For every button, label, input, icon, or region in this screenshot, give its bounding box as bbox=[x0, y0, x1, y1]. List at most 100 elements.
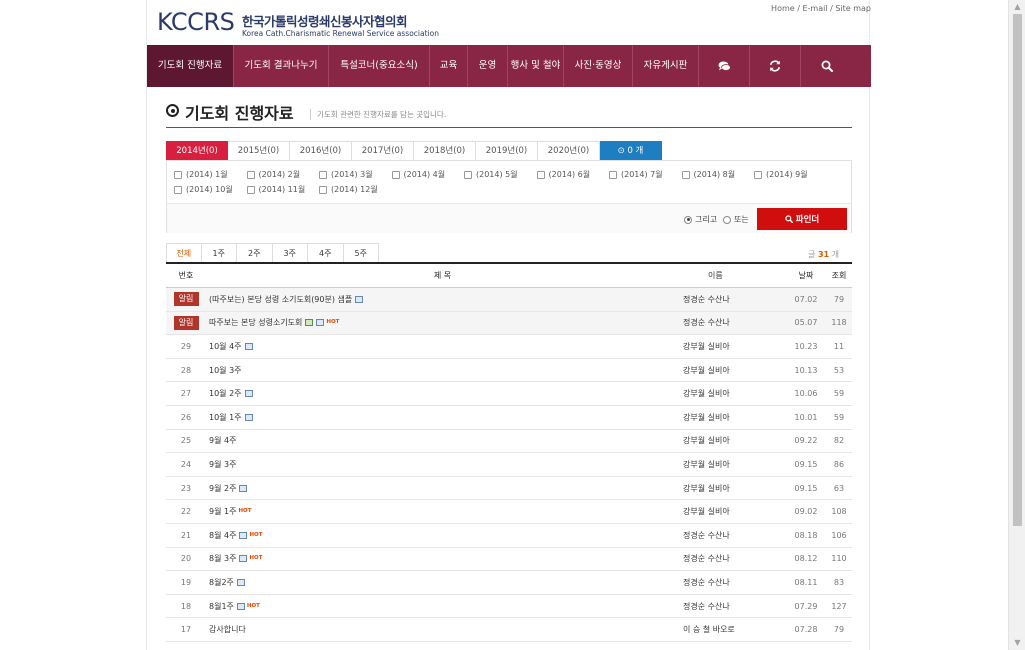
post-title-link[interactable]: 10월 3주 bbox=[209, 365, 242, 376]
table-row[interactable]: 21 8월 4주 HOT 정경순 수산나 08.18 106 bbox=[166, 524, 852, 548]
author-name[interactable]: 정경순 수산나 bbox=[676, 317, 786, 328]
author-name[interactable]: 이 승 철 바오로 bbox=[676, 624, 786, 635]
tab-week-4[interactable]: 4주 bbox=[308, 243, 344, 262]
author-name[interactable]: 정경순 수산나 bbox=[676, 601, 786, 612]
tab-year-2017[interactable]: 2017년(0) bbox=[352, 141, 414, 161]
post-title-link[interactable]: 9월 4주 bbox=[209, 435, 236, 446]
nav-item-events[interactable]: 행사 및 철야 bbox=[508, 45, 564, 87]
refresh-button[interactable] bbox=[750, 45, 801, 87]
month-checkbox-5[interactable]: (2014) 5월 bbox=[464, 169, 537, 180]
author-name[interactable]: 정경순 수산나 bbox=[676, 553, 786, 564]
month-checkbox-4[interactable]: (2014) 4월 bbox=[391, 169, 465, 180]
top-links[interactable]: Home / E-mail / Site map bbox=[771, 4, 871, 13]
tab-year-2020[interactable]: 2020년(0) bbox=[538, 141, 600, 161]
nav-item-prayer-materials[interactable]: 기도회 진행자료 bbox=[147, 45, 234, 87]
post-title-link[interactable]: 9월 1주 bbox=[209, 506, 236, 517]
post-title-cell[interactable]: 10월 1주 bbox=[206, 412, 676, 423]
author-name[interactable]: 정경순 수산나 bbox=[676, 530, 786, 541]
nav-item-special-corner[interactable]: 특설코너(중요소식) bbox=[329, 45, 430, 87]
table-row[interactable]: 23 9월 2주 강부월 실비아 09.15 63 bbox=[166, 477, 852, 501]
table-row[interactable]: 24 9월 3주 강부월 실비아 09.15 86 bbox=[166, 453, 852, 477]
post-title-link[interactable]: 10월 2주 bbox=[209, 388, 242, 399]
post-title-cell[interactable]: 9월 4주 bbox=[206, 435, 676, 446]
author-name[interactable]: 강부월 실비아 bbox=[676, 459, 786, 470]
post-title-cell[interactable]: 8월 3주 HOT bbox=[206, 553, 676, 564]
table-row[interactable]: 17 감사합니다 이 승 철 바오로 07.28 79 bbox=[166, 618, 852, 642]
month-checkbox-2[interactable]: (2014) 2월 bbox=[246, 169, 320, 180]
post-title-link[interactable]: 10월 4주 bbox=[209, 341, 242, 352]
tab-week-5[interactable]: 5주 bbox=[343, 243, 379, 262]
tab-year-2019[interactable]: 2019년(0) bbox=[476, 141, 538, 161]
nav-item-prayer-results[interactable]: 기도회 결과나누기 bbox=[234, 45, 329, 87]
author-name[interactable]: 강부월 실비아 bbox=[676, 506, 786, 517]
site-logo[interactable]: KCCRS bbox=[157, 8, 235, 36]
nav-item-operation[interactable]: 운영 bbox=[468, 45, 508, 87]
tab-year-2015[interactable]: 2015년(0) bbox=[228, 141, 290, 161]
nav-item-education[interactable]: 교육 bbox=[430, 45, 468, 87]
tab-week-3[interactable]: 3주 bbox=[272, 243, 308, 262]
table-row[interactable]: 27 10월 2주 강부월 실비아 10.06 59 bbox=[166, 382, 852, 406]
table-row[interactable]: 22 9월 1주 HOT 강부월 실비아 09.02 108 bbox=[166, 500, 852, 524]
table-row[interactable]: 25 9월 4주 강부월 실비아 09.22 82 bbox=[166, 430, 852, 454]
post-title-link[interactable]: 8월2주 bbox=[209, 577, 234, 588]
author-name[interactable]: 강부월 실비아 bbox=[676, 412, 786, 423]
nav-item-photos-videos[interactable]: 사진·동영상 bbox=[564, 45, 633, 87]
month-checkbox-10[interactable]: (2014) 10월 bbox=[174, 184, 247, 195]
tab-week-1[interactable]: 1주 bbox=[201, 243, 237, 262]
month-checkbox-1[interactable]: (2014) 1월 bbox=[174, 169, 247, 180]
post-title-cell[interactable]: (따주보는) 본당 성령 소기도회(90분) 샘플 bbox=[206, 294, 676, 305]
nav-item-free-board[interactable]: 자유게시판 bbox=[633, 45, 699, 87]
scrollbar-thumb[interactable] bbox=[1013, 14, 1022, 526]
month-checkbox-12[interactable]: (2014) 12월 bbox=[319, 184, 392, 195]
table-row[interactable]: 28 10월 3주 강부월 실비아 10.13 53 bbox=[166, 359, 852, 383]
post-title-link[interactable]: 10월 1주 bbox=[209, 412, 242, 423]
author-name[interactable]: 강부월 실비아 bbox=[676, 435, 786, 446]
table-row[interactable]: 알림 (따주보는) 본당 성령 소기도회(90분) 샘플 정경순 수산나 07.02 7… bbox=[166, 288, 852, 312]
post-title-cell[interactable]: 9월 1주 HOT bbox=[206, 506, 676, 517]
post-title-link[interactable]: 9월 2주 bbox=[209, 483, 236, 494]
selected-count-tab[interactable]: ⊙ 0 개 bbox=[600, 141, 662, 161]
finder-button[interactable]: 파인더 bbox=[757, 208, 847, 230]
post-title-cell[interactable]: 10월 2주 bbox=[206, 388, 676, 399]
scroll-up-icon[interactable]: ▲ bbox=[1009, 0, 1025, 14]
tab-year-2018[interactable]: 2018년(0) bbox=[414, 141, 476, 161]
month-checkbox-7[interactable]: (2014) 7월 bbox=[609, 169, 682, 180]
post-title-cell[interactable]: 감사합니다 bbox=[206, 624, 676, 635]
post-title-link[interactable]: (따주보는) 본당 성령 소기도회(90분) 샘플 bbox=[209, 294, 352, 305]
author-name[interactable]: 정경순 수산나 bbox=[676, 294, 786, 305]
scroll-down-icon[interactable]: ▼ bbox=[1009, 636, 1025, 650]
tab-week-all[interactable]: 전체 bbox=[166, 243, 202, 262]
table-row[interactable]: 19 8월2주 정경순 수산나 08.11 83 bbox=[166, 571, 852, 595]
radio-or[interactable]: 또는 bbox=[723, 214, 749, 225]
author-name[interactable]: 강부월 실비아 bbox=[676, 483, 786, 494]
author-name[interactable]: 정경순 수산나 bbox=[676, 577, 786, 588]
vertical-scrollbar[interactable]: ▲ ▼ bbox=[1008, 0, 1025, 650]
post-title-link[interactable]: 9월 3주 bbox=[209, 459, 236, 470]
table-row[interactable]: 29 10월 4주 강부월 실비아 10.23 11 bbox=[166, 335, 852, 359]
post-title-cell[interactable]: 9월 3주 bbox=[206, 459, 676, 470]
tab-week-2[interactable]: 2주 bbox=[237, 243, 273, 262]
author-name[interactable]: 강부월 실비아 bbox=[676, 365, 786, 376]
tab-year-2014[interactable]: 2014년(0) bbox=[166, 141, 228, 161]
month-checkbox-8[interactable]: (2014) 8월 bbox=[681, 169, 755, 180]
month-checkbox-9[interactable]: (2014) 9월 bbox=[754, 169, 827, 180]
post-title-cell[interactable]: 8월1주 HOT bbox=[206, 601, 676, 612]
post-title-link[interactable]: 8월1주 bbox=[209, 601, 234, 612]
author-name[interactable]: 강부월 실비아 bbox=[676, 341, 786, 352]
chat-button[interactable] bbox=[699, 45, 750, 87]
post-title-cell[interactable]: 8월2주 bbox=[206, 577, 676, 588]
post-title-cell[interactable]: 따주보는 본당 성령소기도회 HOT bbox=[206, 317, 676, 328]
post-title-link[interactable]: 8월 3주 bbox=[209, 553, 236, 564]
post-title-link[interactable]: 8월 4주 bbox=[209, 530, 236, 541]
table-row[interactable]: 18 8월1주 HOT 정경순 수산나 07.29 127 bbox=[166, 595, 852, 619]
radio-and[interactable]: 그리고 bbox=[684, 214, 717, 225]
post-title-link[interactable]: 따주보는 본당 성령소기도회 bbox=[209, 317, 302, 328]
post-title-link[interactable]: 감사합니다 bbox=[209, 624, 246, 635]
month-checkbox-11[interactable]: (2014) 11월 bbox=[246, 184, 320, 195]
post-title-cell[interactable]: 8월 4주 HOT bbox=[206, 530, 676, 541]
month-checkbox-6[interactable]: (2014) 6월 bbox=[536, 169, 610, 180]
search-button[interactable] bbox=[801, 45, 852, 87]
post-title-cell[interactable]: 10월 4주 bbox=[206, 341, 676, 352]
month-checkbox-3[interactable]: (2014) 3월 bbox=[319, 169, 392, 180]
table-row[interactable]: 알림 따주보는 본당 성령소기도회 HOT 정경순 수산나 05.07 118 bbox=[166, 311, 852, 336]
